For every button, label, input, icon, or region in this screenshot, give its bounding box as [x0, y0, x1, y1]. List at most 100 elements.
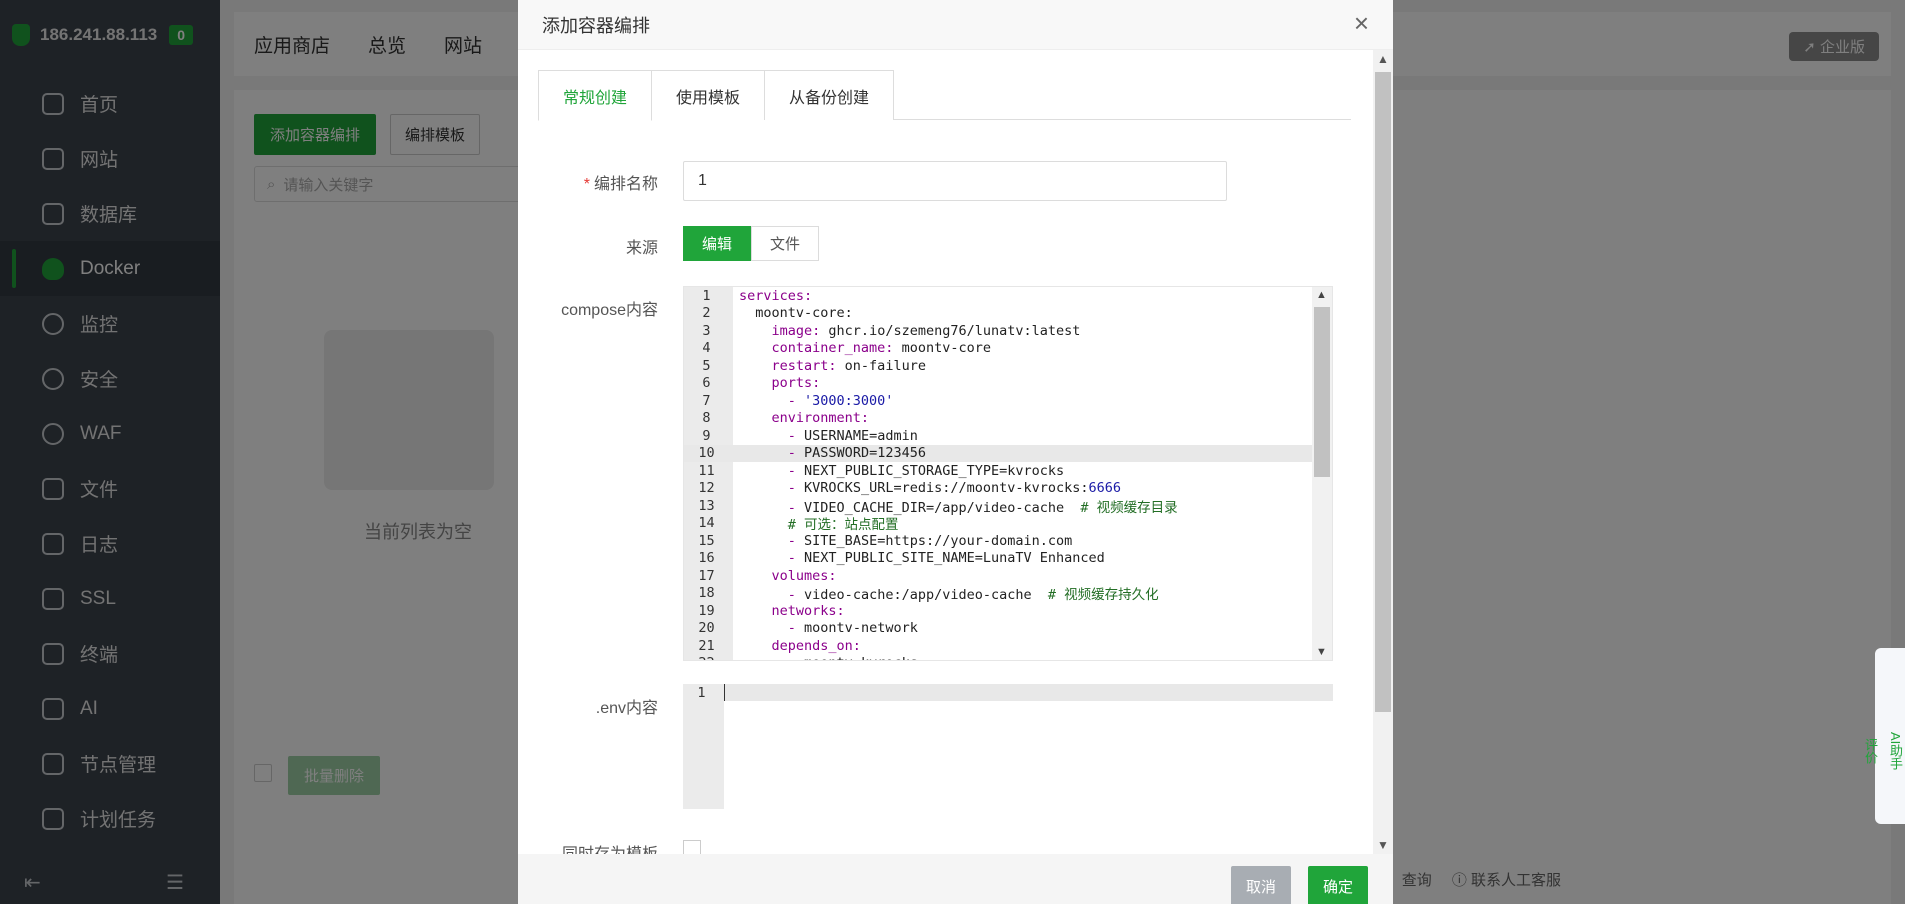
- code-line: 4 container_name: moontv-core: [684, 340, 1312, 358]
- line-number: 3: [702, 322, 711, 339]
- line-number: 5: [702, 357, 711, 374]
- line-number: 9: [702, 427, 711, 444]
- code-text: - SITE_BASE=https://your-domain.com: [787, 532, 1073, 549]
- code-text: - NEXT_PUBLIC_SITE_NAME=LunaTV Enhanced: [787, 550, 1105, 567]
- code-line: 2 moontv-core:: [684, 305, 1312, 323]
- code-text: - KVROCKS_URL=redis://moontv-kvrocks:666…: [787, 480, 1122, 497]
- modal-scroll-down-icon[interactable]: ▼: [1377, 838, 1389, 852]
- source-label: 来源: [625, 240, 658, 257]
- line-number: 7: [702, 392, 711, 409]
- required-mark: *: [583, 176, 590, 193]
- code-line: 1 services:: [684, 287, 1312, 305]
- line-number: 16: [698, 550, 715, 567]
- env-label: .env内容: [595, 700, 658, 717]
- line-number: 19: [698, 602, 715, 619]
- code-line: 16 - NEXT_PUBLIC_SITE_NAME=LunaTV Enhanc…: [684, 550, 1312, 568]
- code-line: 5 restart: on-failure: [684, 357, 1312, 375]
- code-line: 14 # 可选：站点配置: [684, 515, 1312, 533]
- line-number: 11: [698, 462, 715, 479]
- code-line: 11 - NEXT_PUBLIC_STORAGE_TYPE=kvrocks: [684, 462, 1312, 480]
- compose-editor[interactable]: 1 services: 2 moontv-core: 3 image: ghcr.io…: [683, 286, 1333, 661]
- tab-from-backup[interactable]: 从备份创建: [764, 70, 895, 120]
- confirm-button[interactable]: 确定: [1307, 866, 1368, 904]
- code-line: 12 - KVROCKS_URL=redis://moontv-kvrocks:…: [684, 480, 1312, 498]
- source-toggle: 编辑 文件: [683, 226, 820, 261]
- modal-footer: 取消 确定: [518, 854, 1393, 904]
- line-number: 20: [698, 620, 715, 637]
- code-text: # 可选：站点配置: [787, 517, 899, 534]
- code-line: 7 - '3000:3000': [684, 392, 1312, 410]
- save-template-label: 同时存为模板: [518, 840, 658, 854]
- env-editor[interactable]: 1: [683, 684, 1333, 809]
- code-line: 15 - SITE_BASE=https://your-domain.com: [684, 532, 1312, 550]
- save-template-checkbox[interactable]: [683, 840, 701, 854]
- line-number: 13: [698, 497, 715, 514]
- code-line: 3 image: ghcr.io/szemeng76/lunatv:latest: [684, 322, 1312, 340]
- code-text: - video-cache:/app/video-cache # 视频缓存持久化: [787, 587, 1159, 604]
- modal-scroll-thumb[interactable]: [1375, 72, 1391, 712]
- code-line: 21 depends_on:: [684, 637, 1312, 655]
- code-text: environment:: [771, 410, 870, 427]
- code-line: 22 - moontv-kvrocks: [684, 655, 1312, 660]
- modal-title: 添加容器编排: [542, 15, 650, 36]
- ai-helper[interactable]: AI助手 评价: [1863, 648, 1905, 824]
- line-number: 8: [702, 410, 711, 427]
- code-text: depends_on:: [771, 637, 861, 654]
- compose-code: 1 services: 2 moontv-core: 3 image: ghcr.io…: [684, 287, 1312, 660]
- code-text: container_name: moontv-core: [771, 340, 991, 357]
- line-number: 2: [702, 305, 711, 322]
- name-label-text: 编排名称: [593, 176, 658, 193]
- close-icon[interactable]: ×: [1354, 10, 1369, 36]
- code-line: 20 - moontv-network: [684, 620, 1312, 638]
- add-compose-modal: 添加容器编排 × 常规创建 使用模板 从备份创建 * 编排名称 1 来源 编辑 文…: [518, 0, 1393, 904]
- line-number: 10: [698, 445, 715, 462]
- cancel-button[interactable]: 取消: [1230, 866, 1291, 904]
- line-number: 17: [698, 567, 715, 584]
- env-line: 1: [683, 684, 1333, 701]
- code-text: - USERNAME=admin: [787, 427, 918, 444]
- source-file-button[interactable]: 文件: [751, 226, 820, 261]
- ai-helper-label: AI助手: [1888, 731, 1903, 771]
- line-number: 6: [702, 375, 711, 392]
- env-gutter: [683, 684, 724, 809]
- code-text: - '3000:3000': [739, 392, 894, 409]
- tab-use-template[interactable]: 使用模板: [651, 70, 766, 120]
- code-line: 8 environment:: [684, 410, 1312, 428]
- modal-scroll-up-icon[interactable]: ▲: [1377, 52, 1389, 66]
- compose-scrollbar[interactable]: ▲ ▼: [1312, 287, 1332, 660]
- code-text: - PASSWORD=123456: [787, 445, 926, 462]
- modal-scrollbar[interactable]: ▲ ▼: [1373, 50, 1393, 854]
- code-line: 10 - PASSWORD=123456: [684, 444, 1312, 462]
- code-text: - moontv-network: [787, 620, 918, 637]
- compose-label: compose内容: [561, 302, 658, 319]
- compose-name-value: 1: [698, 172, 707, 189]
- code-line: 17 volumes:: [684, 567, 1312, 585]
- code-line: 18 - video-cache:/app/video-cache # 视频缓存…: [684, 585, 1312, 603]
- code-text: - NEXT_PUBLIC_STORAGE_TYPE=kvrocks: [787, 462, 1065, 479]
- scroll-down-icon[interactable]: ▼: [1316, 646, 1327, 658]
- line-number: 21: [698, 637, 715, 654]
- code-text: volumes:: [771, 567, 837, 584]
- line-number: 15: [698, 532, 715, 549]
- code-text: ports:: [771, 375, 821, 392]
- modal-header: 添加容器编排: [518, 0, 1393, 50]
- scroll-up-icon[interactable]: ▲: [1316, 289, 1327, 301]
- env-line-number: 1: [697, 684, 706, 701]
- line-number: 22: [684, 655, 733, 660]
- source-edit-button[interactable]: 编辑: [683, 226, 752, 261]
- compose-name-input[interactable]: 1: [683, 161, 1227, 201]
- code-line: 6 ports:: [684, 375, 1312, 393]
- line-number: 12: [698, 480, 715, 497]
- line-number: 1: [702, 287, 711, 304]
- modal-tabs: 常规创建 使用模板 从备份创建: [538, 70, 1351, 121]
- name-label: * 编排名称: [518, 170, 658, 194]
- code-text: - moontv-kvrocks: [733, 655, 918, 660]
- review-label[interactable]: 评价: [1861, 738, 1880, 764]
- code-line: 19 networks:: [684, 602, 1312, 620]
- compose-scroll-thumb[interactable]: [1314, 307, 1330, 477]
- tab-normal-create[interactable]: 常规创建: [538, 70, 653, 121]
- code-text: restart: on-failure: [771, 357, 926, 374]
- code-line: 13 - VIDEO_CACHE_DIR=/app/video-cache # …: [684, 497, 1312, 516]
- code-text: moontv-core:: [739, 305, 853, 322]
- code-line: 9 - USERNAME=admin: [684, 427, 1312, 445]
